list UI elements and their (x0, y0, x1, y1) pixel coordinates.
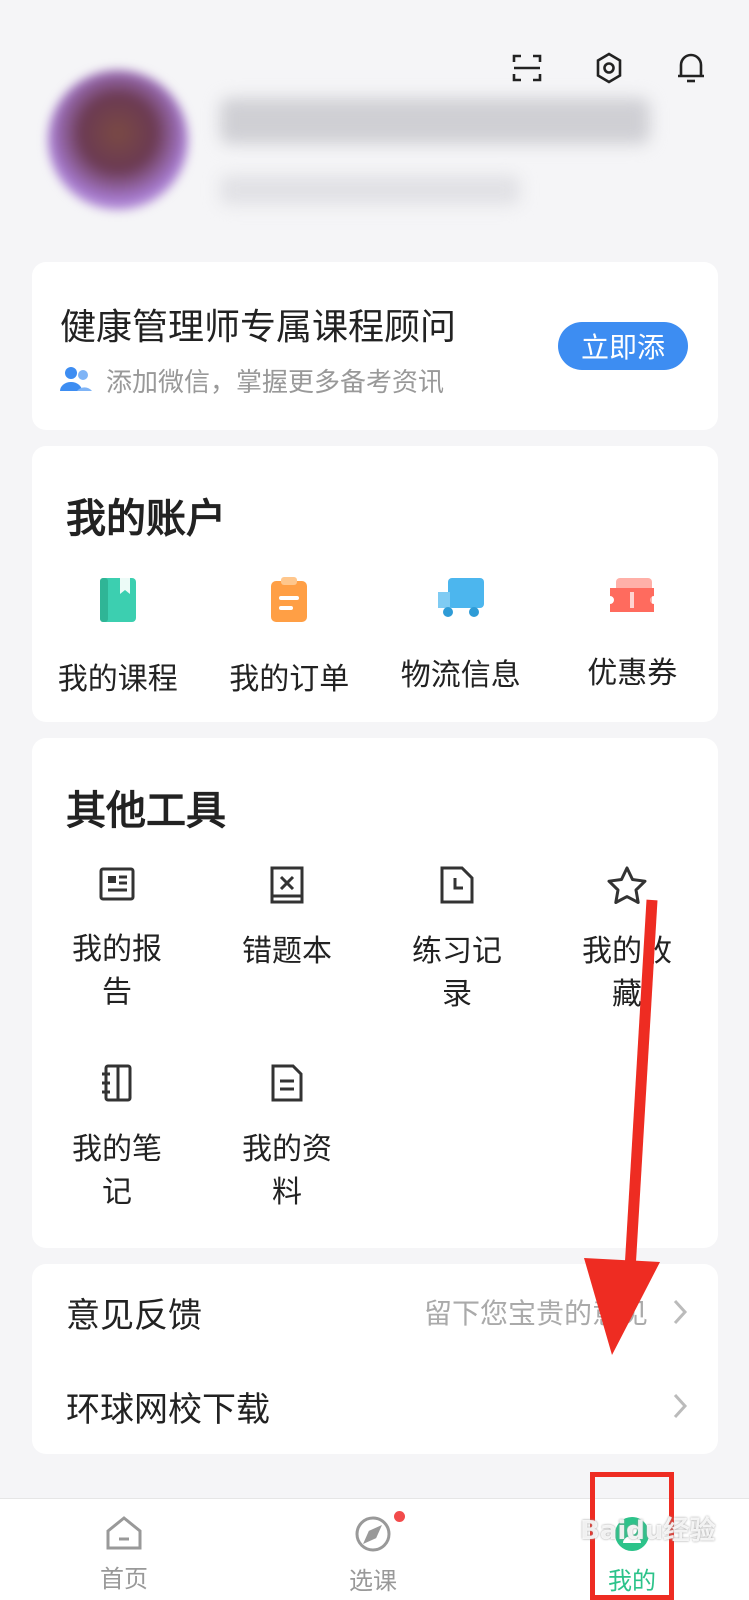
watermark: Baidu经验 (580, 1516, 716, 1546)
annotation-arrow (584, 899, 660, 1355)
